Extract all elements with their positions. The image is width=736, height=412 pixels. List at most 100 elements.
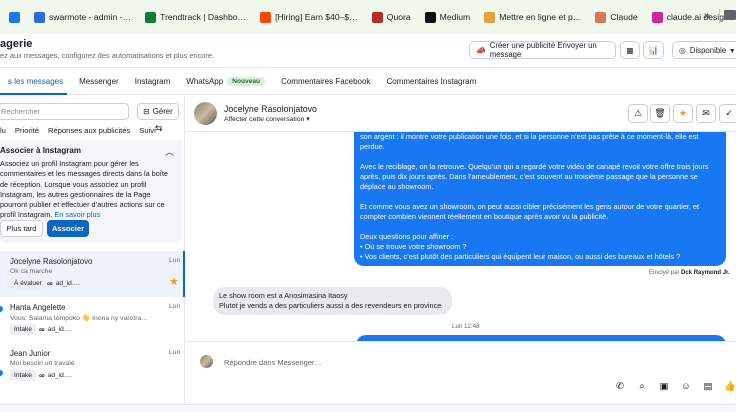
bookmark-label: [Hiring] Earn $40–$…	[275, 12, 358, 22]
bookmark-item[interactable]: Medium	[418, 4, 478, 30]
star-icon: ★	[678, 108, 688, 118]
messenger-icon	[0, 369, 4, 377]
create-ad-button[interactable]: 📣 Créer une publicité Envoyer un message	[469, 41, 616, 59]
label-tag[interactable]: À évaluer	[10, 278, 46, 289]
reddit-icon	[260, 11, 272, 23]
filter-option[interactable]: Priorité	[15, 126, 39, 135]
warning-icon: ⚠	[633, 108, 643, 118]
new-badge: Nouveau	[227, 76, 266, 86]
gif-icon[interactable]: ▣	[658, 380, 670, 392]
star-button[interactable]: ★	[673, 104, 693, 123]
page-title: agerie	[0, 38, 33, 50]
filter-option[interactable]: Suivi	[139, 126, 155, 135]
bookmarks-overflow-icon[interactable]: »	[704, 10, 710, 22]
ad-id: ad_id.…	[55, 280, 81, 287]
bottom-bar	[0, 404, 736, 412]
search-input[interactable]: Rechercher	[0, 103, 129, 120]
mark-done-button[interactable]: ✓	[719, 104, 736, 123]
chevron-down-icon: ▾	[730, 45, 735, 55]
filter-option[interactable]: Réponses aux publicités	[48, 126, 130, 135]
bookmark-item[interactable]: [Hiring] Earn $40–$…	[253, 4, 365, 30]
message-thread: son argent : il montre votre publication…	[186, 132, 736, 356]
composer-toolbar: ✆ ⌕ ▣ ☺ ▤ 👍	[614, 380, 736, 392]
message-paragraph: Deux questions pour affiner : • Où se tr…	[360, 232, 681, 261]
manage-button[interactable]: ⊟ Gérer	[137, 103, 179, 120]
ad-tag[interactable]: ∞ ad_id.…	[39, 325, 72, 334]
reply-input[interactable]: Répondre dans Messenger…	[224, 358, 322, 367]
label-tag[interactable]: Intake	[10, 370, 36, 381]
bookmark-item[interactable]: Quora	[365, 4, 418, 30]
tab-2[interactable]: Instagram	[127, 68, 179, 95]
report-button[interactable]: ⚠	[628, 104, 648, 123]
bookmark-item[interactable]: Mettre en ligne et p…	[477, 4, 588, 30]
swarmote-icon	[34, 11, 45, 23]
conversation-date: Lun	[169, 303, 181, 310]
bookmark-label: swarmote - admin -…	[49, 12, 132, 22]
bookmark-item[interactable]: swarmote - admin -…	[27, 4, 138, 30]
tab-5[interactable]: Commentaires Instagram	[378, 68, 484, 95]
tab-label: s les messages	[8, 76, 64, 86]
conversation-item[interactable]: Jean Junior Moi besoin un travaié Lun Intak…	[0, 343, 185, 389]
manage-icon: ⊟	[143, 107, 150, 116]
contact-name: Jocelyne Rasolonjatovo	[224, 104, 317, 114]
filter-option[interactable]: lu	[0, 126, 6, 135]
message-line: Plutot je vends a des particuliers aussi…	[219, 301, 442, 310]
promo-title: Associer à Instagram	[0, 146, 81, 155]
avatar	[200, 355, 213, 368]
bookmark-item[interactable]	[2, 4, 27, 30]
reply-composer: Répondre dans Messenger… ✆ ⌕ ▣ ☺ ▤ 👍	[186, 341, 736, 412]
incoming-message: Le show room est a Anosimasina Itaosy Plu…	[213, 287, 452, 315]
ad-id: ad_id.…	[47, 326, 73, 333]
ad-id: ad_id.…	[47, 372, 73, 379]
bookmark-item[interactable]: Trendtrack | Dashbo…	[138, 4, 253, 30]
star-icon[interactable]: ★	[169, 275, 179, 288]
saved-reply-icon[interactable]: ▤	[702, 380, 714, 392]
associate-button[interactable]: Associer	[47, 220, 89, 237]
assign-conversation-dropdown[interactable]: Affecter cette conversation ▾	[224, 115, 310, 123]
delete-button[interactable]: 🗑	[650, 104, 670, 123]
tab-4[interactable]: Commentaires Facebook	[273, 68, 378, 95]
emoji-icon[interactable]: ☺	[680, 380, 692, 392]
insights-button[interactable]: 📊	[643, 41, 664, 59]
bookmark-item[interactable]: claude.ai design	[645, 4, 736, 30]
tab-1[interactable]: Messenger	[71, 68, 127, 95]
bar-chart-icon: 📊	[648, 45, 659, 55]
avatar[interactable]	[194, 102, 217, 125]
messenger-icon	[0, 305, 4, 313]
learn-more-link[interactable]: En savoir plus	[54, 210, 100, 219]
mark-unread-button[interactable]: ✉	[696, 104, 716, 123]
message-line: Le show room est a Anosimasina Itaosy	[219, 291, 348, 300]
later-button[interactable]: Plus tard	[0, 220, 43, 237]
message-paragraph: Avec le reciblage, on la retrouve. Quelq…	[360, 162, 709, 191]
phone-icon[interactable]: ✆	[614, 380, 626, 392]
filter-settings-icon[interactable]: ⇆	[155, 123, 163, 134]
instagram-icon	[651, 11, 663, 23]
meta-icon: ∞	[39, 325, 45, 334]
calendar-icon: ▦	[626, 45, 634, 55]
tab-3[interactable]: WhatsApp Nouveau	[178, 68, 273, 95]
conversation-item[interactable]: Hanta Angelette Vous: Salama tompoko 👋 In…	[0, 297, 185, 343]
chevron-up-icon[interactable]: ︿	[165, 145, 174, 158]
megaphone-icon: 📣	[476, 45, 486, 55]
calendar-button[interactable]: ▦	[620, 41, 640, 59]
ad-tag[interactable]: ∞ ad_id.…	[47, 279, 80, 288]
tab-0[interactable]: s les messages	[0, 68, 71, 95]
meta-icon: ∞	[47, 279, 53, 288]
bookmark-item[interactable]: Claude	[588, 4, 644, 30]
conversation-snippet: Vous: Salama tompoko 👋 Inona ny varotra…	[10, 315, 149, 322]
tab-label: Commentaires Facebook	[281, 76, 371, 86]
folder-icon[interactable]	[724, 10, 736, 20]
label-tag[interactable]: Intake	[10, 324, 36, 335]
conversation-item[interactable]: Jocelyne Rasolonjatovo Ok ca marche Lun À é…	[0, 251, 185, 297]
ad-tag[interactable]: ∞ ad_id.…	[39, 371, 72, 380]
checkmark-icon: ✓	[725, 108, 733, 118]
contact-header: Jocelyne Rasolonjatovo Affecter cette co…	[186, 96, 736, 132]
bookmarks-separator	[719, 9, 720, 24]
gear-icon	[484, 11, 496, 23]
bookmark-label: Medium	[439, 12, 471, 22]
message-paragraph: son argent : il montre votre publication…	[360, 132, 699, 151]
chevron-down-icon: ▾	[306, 116, 310, 123]
attachment-icon[interactable]: ⌕	[636, 380, 648, 392]
availability-dropdown[interactable]: ◎ Disponible ▾	[672, 41, 736, 59]
thumbs-up-icon[interactable]: 👍	[724, 380, 736, 392]
